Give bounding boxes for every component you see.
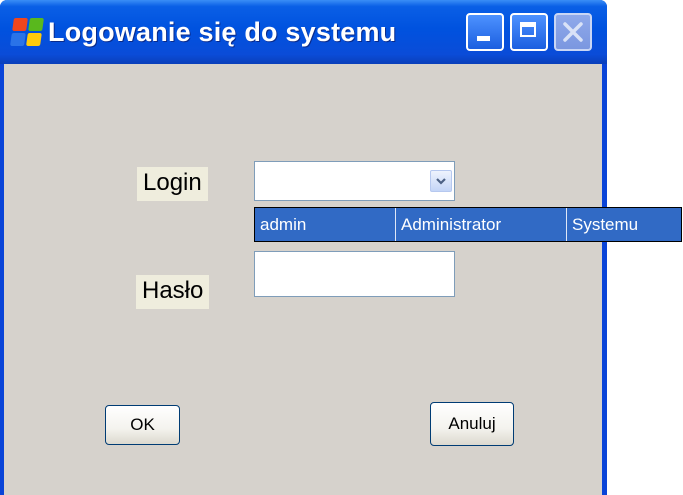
title-bar[interactable]: Logowanie się do systemu [0,0,607,64]
minimize-button[interactable] [466,13,504,51]
window-title: Logowanie się do systemu [48,16,397,47]
maximize-icon [520,22,536,37]
ok-button[interactable]: OK [105,405,180,445]
password-label: Hasło [136,275,210,309]
dropdown-cell-login[interactable]: admin [255,208,395,241]
minimize-icon [477,36,490,41]
login-window: Logowanie się do systemu [0,0,607,495]
close-button[interactable] [554,13,592,51]
close-icon [563,22,583,42]
chevron-down-icon [436,178,446,185]
password-field[interactable] [254,251,455,297]
cancel-button[interactable]: Anuluj [430,402,514,446]
windows-flag-icon [10,18,44,46]
login-label: Login [137,167,208,201]
dropdown-cell-role[interactable]: Administrator [395,208,566,241]
dropdown-cell-group[interactable]: Systemu [566,208,681,241]
login-dropdown-list: admin Administrator Systemu [254,207,682,242]
combobox-dropdown-button[interactable] [430,170,452,192]
maximize-button[interactable] [510,13,548,51]
login-combobox[interactable] [254,161,455,201]
